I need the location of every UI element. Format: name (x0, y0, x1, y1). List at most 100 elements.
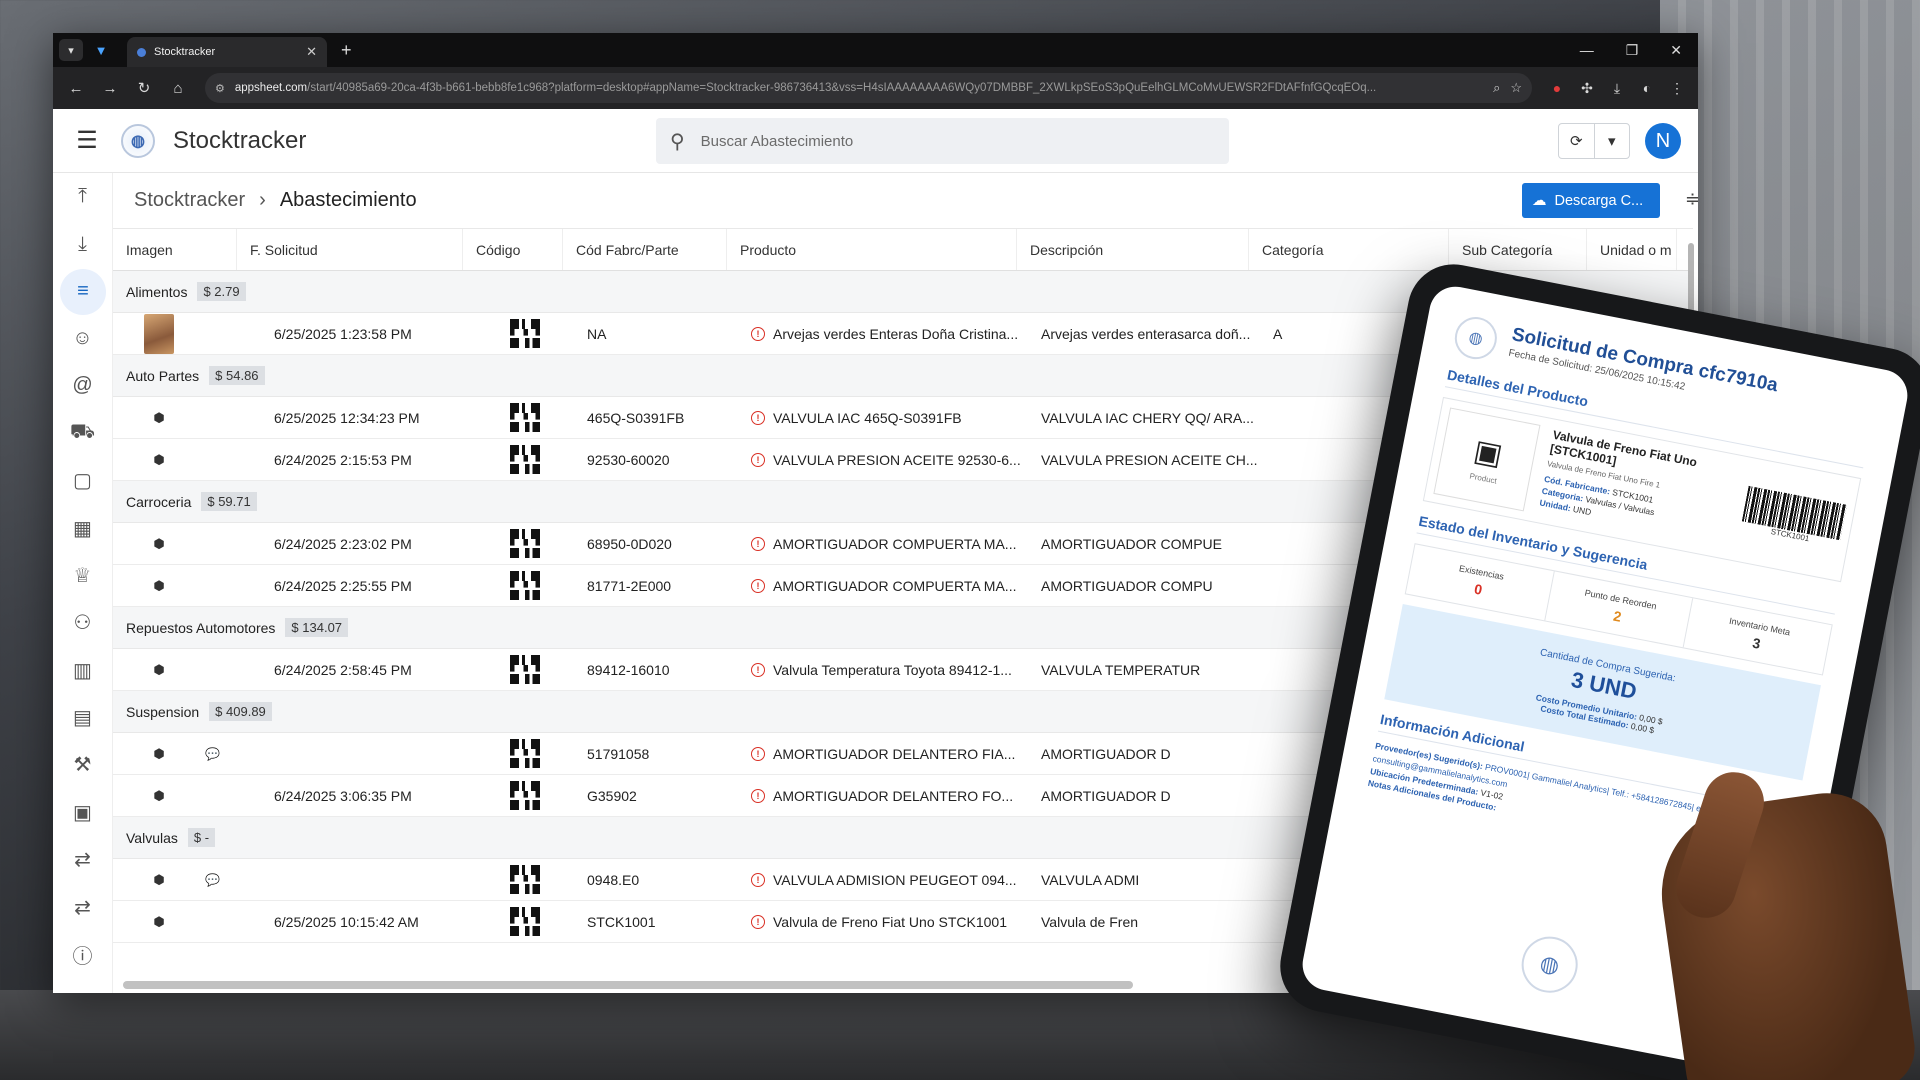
at-sign-icon[interactable]: @ (53, 362, 112, 409)
shopping-bag-icon[interactable]: ▢ (53, 457, 112, 504)
download-csv-button[interactable]: ☁ Descarga C... (1522, 183, 1660, 218)
info-icon[interactable]: ⓘ (53, 931, 112, 978)
part-code: G35902 (587, 787, 637, 804)
close-tab-icon[interactable]: ✕ (306, 44, 317, 60)
upload-tray-icon[interactable]: ⤒ (53, 173, 112, 220)
chevron-right-icon: › (259, 189, 266, 211)
description: VALVULA ADMI (1041, 871, 1140, 888)
search-icon: ⚲ (670, 130, 685, 153)
filter-extension-icon[interactable]: ▼ (89, 39, 113, 61)
box-icon: ⬢ (153, 871, 165, 887)
row-image (113, 313, 205, 354)
trophy-icon[interactable]: ♕ (53, 552, 112, 599)
alert-circle-icon: ! (751, 662, 765, 677)
column-header[interactable]: Unidad o m (1587, 229, 1677, 270)
column-header[interactable]: Descripción (1017, 229, 1249, 270)
zoom-icon[interactable]: ⌕ (1493, 80, 1500, 96)
search-input[interactable]: ⚲ Buscar Abastecimiento (656, 118, 1229, 164)
transfer-icon[interactable]: ⇄ (53, 836, 112, 883)
product-text: AMORTIGUADOR COMPUERTA MA... (773, 535, 1017, 552)
qr-code-icon (508, 738, 542, 769)
forward-icon[interactable]: → (95, 80, 125, 97)
product-name: ! VALVULA IAC 465Q-S0391FB (739, 410, 1029, 426)
browser-tab[interactable]: Stocktracker ✕ (127, 37, 327, 67)
request-date: 6/24/2025 2:23:02 PM (274, 535, 412, 552)
download-tray-icon[interactable]: ⤓ (53, 220, 112, 267)
sync-control: ⟳ ▾ (1558, 123, 1630, 159)
avatar[interactable]: N (1645, 123, 1681, 159)
sync-icon[interactable]: ⟳ (1559, 124, 1595, 158)
person-icon[interactable]: ☺ (53, 315, 112, 362)
group-amount-badge: $ 54.86 (209, 366, 265, 385)
product-name: ! AMORTIGUADOR DELANTERO FIA... (739, 746, 1029, 762)
part-code: 89412-16010 (587, 661, 670, 678)
bookmark-star-icon[interactable]: ☆ (1510, 80, 1522, 96)
back-icon[interactable]: ← (61, 80, 91, 97)
delivery-truck-icon[interactable]: ⛟ (53, 410, 112, 457)
description: VALVULA PRESION ACEITE CH... (1041, 451, 1258, 468)
home-icon[interactable]: ⌂ (163, 80, 193, 97)
row-image: ⬢ (113, 662, 205, 678)
tab-title: Stocktracker (154, 46, 216, 58)
restore-icon[interactable]: ❐ (1626, 42, 1639, 59)
column-header[interactable]: Código (463, 229, 563, 270)
reload-icon[interactable]: ↻ (129, 79, 159, 97)
group-icon[interactable]: ⚇ (53, 599, 112, 646)
product-text: VALVULA IAC 465Q-S0391FB (773, 409, 962, 426)
qr-code-icon (508, 318, 542, 349)
qr-code-cell (475, 864, 575, 895)
column-header[interactable]: Producto (727, 229, 1017, 270)
calculator-icon[interactable]: ▤ (53, 694, 112, 741)
group-name: Auto Partes (126, 367, 200, 384)
sync-dropdown-icon[interactable]: ▾ (1595, 124, 1630, 158)
new-tab-button[interactable]: + (341, 40, 352, 61)
extension-red-icon[interactable]: ● (1544, 80, 1570, 96)
tab-search-button[interactable]: ▾ (59, 39, 83, 61)
group-name: Repuestos Automotores (126, 619, 276, 636)
group-name: Valvulas (126, 829, 178, 846)
product-name: ! AMORTIGUADOR DELANTERO FO... (739, 788, 1029, 804)
box-icon: ⬢ (153, 451, 165, 467)
bar-chart-icon[interactable]: ▥ (53, 647, 112, 694)
product-text: AMORTIGUADOR COMPUERTA MA... (773, 577, 1017, 594)
transfer-alt-icon[interactable]: ⇄ (53, 883, 112, 930)
horizontal-scrollbar[interactable] (123, 981, 1133, 989)
holding-hand (1650, 785, 1920, 1080)
menu-kebab-icon[interactable]: ⋮ (1664, 80, 1690, 97)
qr-code-cell (475, 738, 575, 769)
breadcrumb-root[interactable]: Stocktracker (134, 189, 245, 212)
clipboard-icon[interactable]: ▣ (53, 789, 112, 836)
product-text: VALVULA ADMISION PEUGEOT 094... (773, 871, 1017, 888)
column-header[interactable]: F. Solicitud (237, 229, 463, 270)
hammer-icon[interactable]: ⚒ (53, 741, 112, 788)
list-view-icon[interactable]: ≡ (60, 268, 106, 315)
minimize-icon[interactable]: — (1580, 42, 1594, 59)
hamburger-menu-icon[interactable]: ☰ (53, 126, 121, 155)
filter-icon[interactable]: ≑ (1685, 189, 1698, 210)
column-header[interactable]: Imagen (113, 229, 237, 270)
comment-bubble-icon[interactable]: 💬 (205, 747, 220, 761)
part-code: 68950-0D020 (587, 535, 672, 552)
comment-cell: 💬 (205, 873, 265, 887)
profile-icon[interactable]: ◐ (1634, 80, 1660, 96)
box-icon: ▣ (1471, 434, 1506, 472)
request-date: 6/24/2025 2:25:55 PM (274, 577, 412, 594)
product-name: ! Arvejas verdes Enteras Doña Cristina... (739, 326, 1029, 342)
barcode: STCK1001 (1740, 485, 1847, 552)
extensions-puzzle-icon[interactable]: ✣ (1574, 80, 1600, 97)
column-header[interactable]: Sub Categoría (1449, 229, 1587, 270)
site-info-icon[interactable]: ⚙ (215, 82, 225, 95)
column-header[interactable]: Categoría (1249, 229, 1449, 270)
row-image: ⬢ (113, 536, 205, 552)
download-icon[interactable]: ⤓ (1604, 80, 1630, 97)
qr-code-cell (475, 402, 575, 433)
column-header[interactable]: Cód Fabrc/Parte (563, 229, 727, 270)
close-window-icon[interactable]: ✕ (1670, 42, 1682, 59)
box-icon: ⬢ (153, 409, 165, 425)
comment-bubble-icon[interactable]: 💬 (205, 873, 220, 887)
footer-logo: ◍ (1516, 931, 1583, 998)
boxes-icon[interactable]: ▦ (53, 504, 112, 551)
address-bar[interactable]: ⚙ appsheet.com/start/40985a69-20ca-4f3b-… (205, 73, 1532, 103)
alert-circle-icon: ! (751, 788, 765, 803)
description: AMORTIGUADOR COMPU (1041, 577, 1213, 594)
